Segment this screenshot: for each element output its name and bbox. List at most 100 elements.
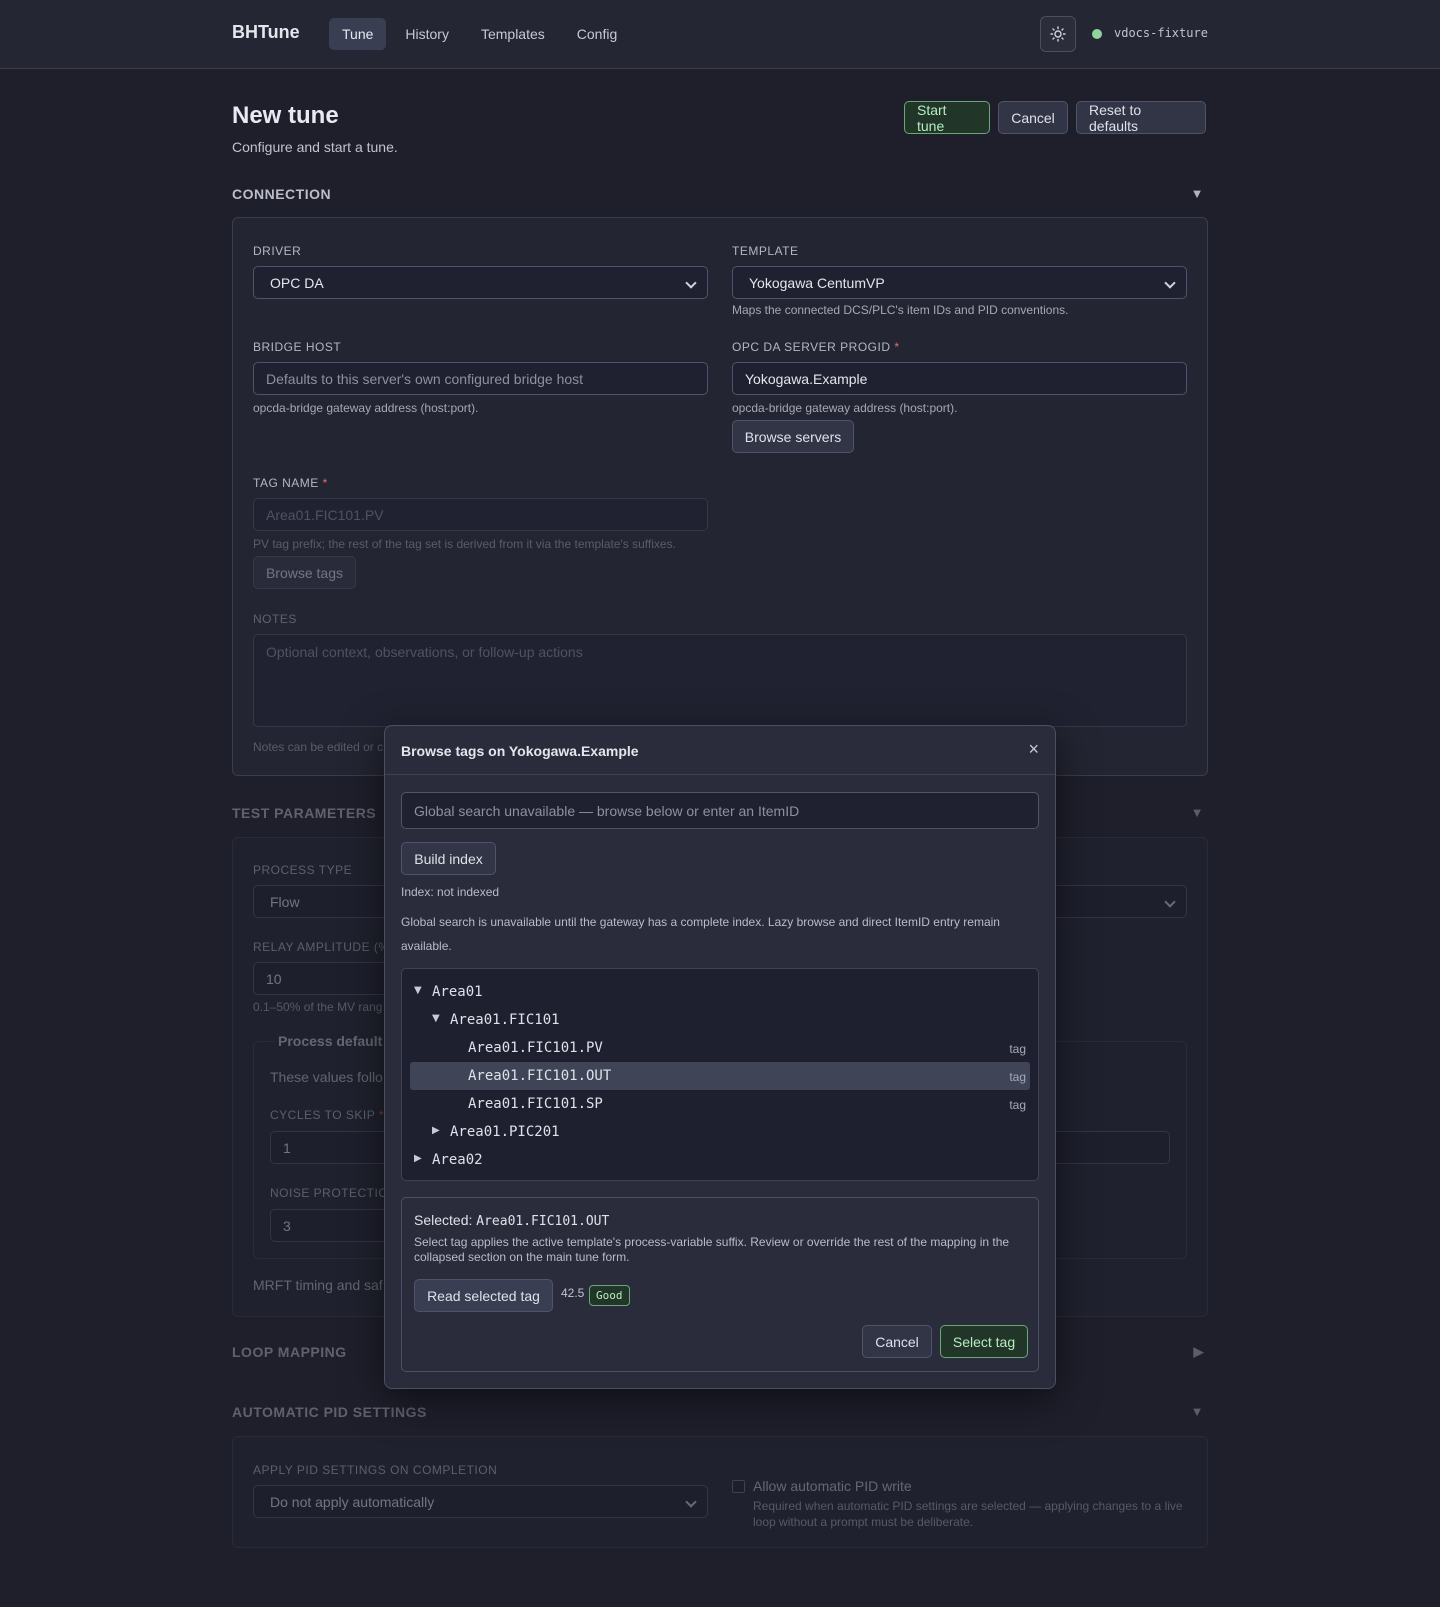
progid-input[interactable]: Yokogawa.Example [732,362,1187,395]
tree-item-kind: tag [1009,1070,1026,1084]
tree-item[interactable]: ▼ Area01 [410,978,1030,1006]
test-parameters-heading: TEST PARAMETERS [232,805,377,821]
tree-item[interactable]: ▶ Area01.PIC201 [410,1118,1030,1146]
driver-label: DRIVER [253,244,302,258]
tree-item-label: Area01.FIC101.PV [468,1040,603,1056]
tree-item-label: Area02 [432,1152,483,1168]
caret-right-icon: ▶ [432,1125,440,1136]
tag-name-label: TAG NAME * [253,476,328,490]
process-defaults-text: These values follo [270,1069,383,1085]
mrft-footer-text: MRFT timing and saf [253,1277,383,1293]
pid-settings-section-header[interactable]: AUTOMATIC PID SETTINGS ▼ [232,1404,1208,1420]
tree-item[interactable]: Area01.FIC101.PV tag [410,1034,1030,1062]
theme-toggle-button[interactable] [1040,16,1076,52]
tree-item-label: Area01.FIC101 [450,1012,560,1028]
chevron-down-icon: ▼ [1190,805,1204,820]
nav-templates[interactable]: Templates [468,18,558,50]
quality-badge: Good [589,1285,630,1306]
read-selected-tag-button[interactable]: Read selected tag [414,1279,553,1312]
selected-tag-line: Selected: Area01.FIC101.OUT [414,1212,609,1229]
modal-cancel-button[interactable]: Cancel [862,1325,932,1358]
start-tune-button[interactable]: Start tune [904,101,990,134]
tree-item-label: Area01 [432,984,483,1000]
notes-textarea[interactable]: Optional context, observations, or follo… [253,634,1187,727]
browse-tags-modal: Browse tags on Yokogawa.Example × Global… [384,725,1056,1389]
allow-pid-write-checkbox[interactable] [732,1480,745,1493]
browse-servers-button[interactable]: Browse servers [732,420,854,453]
connection-heading: CONNECTION [232,186,332,202]
tag-name-hint: PV tag prefix; the rest of the tag set i… [253,537,676,551]
chevron-down-icon: ▼ [1190,1404,1204,1419]
tree-item-label: Area01.FIC101.SP [468,1096,603,1112]
template-select[interactable]: Yokogawa CentumVP [732,266,1187,299]
modal-header: Browse tags on Yokogawa.Example × [385,726,1055,775]
top-bar: BHTune Tune History Templates Config vdo… [0,0,1440,69]
tree-item-label: Area01.PIC201 [450,1124,560,1140]
progid-label: OPC DA SERVER PROGID * [732,340,900,354]
relay-amplitude-label: RELAY AMPLITUDE (% [253,940,390,954]
browse-tags-button[interactable]: Browse tags [253,556,356,589]
selection-panel: Selected: Area01.FIC101.OUT Select tag a… [401,1197,1039,1372]
template-hint: Maps the connected DCS/PLC's item IDs an… [732,303,1069,317]
close-icon[interactable]: × [1028,739,1039,760]
apply-pid-label: APPLY PID SETTINGS ON COMPLETION [253,1463,498,1477]
selected-tag-value: Area01.FIC101.OUT [476,1214,610,1229]
chevron-right-icon: ▶ [1193,1344,1204,1359]
loop-mapping-heading: LOOP MAPPING [232,1344,347,1360]
progid-hint: opcda-bridge gateway address (host:port)… [732,401,958,415]
nav-history[interactable]: History [392,18,462,50]
connection-status-dot [1092,29,1102,39]
nav-tune[interactable]: Tune [329,18,387,50]
index-status: Index: not indexed [401,885,500,899]
tree-item-kind: tag [1009,1042,1026,1056]
selected-prefix: Selected: [414,1212,473,1228]
tree-item-label: Area01.FIC101.OUT [468,1068,612,1084]
pid-settings-heading: AUTOMATIC PID SETTINGS [232,1404,427,1420]
bridge-host-label: BRIDGE HOST [253,340,342,354]
reset-defaults-button[interactable]: Reset to defaults [1076,101,1206,134]
tag-name-input[interactable]: Area01.FIC101.PV [253,498,708,531]
apply-pid-select[interactable]: Do not apply automatically [253,1485,708,1518]
tag-search-input[interactable]: Global search unavailable — browse below… [401,792,1039,829]
noise-protection-label: NOISE PROTECTIO [270,1186,389,1200]
main-nav: Tune History Templates Config [329,18,630,50]
template-label: TEMPLATE [732,244,799,258]
chevron-down-icon: ▼ [1190,186,1204,201]
notes-hint: Notes can be edited or c [253,740,384,754]
read-value: 42.5 [561,1286,585,1300]
modal-title: Browse tags on Yokogawa.Example [401,743,639,759]
driver-select[interactable]: OPC DA [253,266,708,299]
select-tag-button[interactable]: Select tag [940,1325,1028,1358]
cycles-skip-label: CYCLES TO SKIP * [270,1108,385,1122]
sun-icon [1050,26,1066,42]
selected-tag-note: Select tag applies the active template's… [414,1235,1010,1264]
header-actions: Start tune Cancel Reset to defaults [904,101,1206,134]
tag-tree: ▼ Area01 ▼ Area01.FIC101 Area01.FIC101.P… [401,968,1039,1181]
process-type-label: PROCESS TYPE [253,863,353,877]
caret-down-icon: ▼ [414,985,422,996]
bridge-host-input[interactable]: Defaults to this server's own configured… [253,362,708,395]
allow-pid-write-hint: Required when automatic PID settings are… [753,1499,1183,1529]
nav-config[interactable]: Config [564,18,630,50]
notes-label: NOTES [253,612,297,626]
build-index-button[interactable]: Build index [401,842,496,875]
allow-pid-write-label: Allow automatic PID write [753,1478,912,1494]
tree-item-selected[interactable]: Area01.FIC101.OUT tag [410,1062,1030,1090]
process-defaults-legend: Process default [275,1033,386,1049]
connection-status-text: vdocs-fixture [1114,26,1208,40]
tree-item[interactable]: ▼ Area01.FIC101 [410,1006,1030,1034]
page-title: New tune [232,102,339,129]
tree-item[interactable]: ▶ Area02 [410,1146,1030,1174]
bridge-host-hint: opcda-bridge gateway address (host:port)… [253,401,479,415]
tree-item-kind: tag [1009,1098,1026,1112]
relay-amplitude-input[interactable]: 10 [253,962,393,995]
page-subtitle: Configure and start a tune. [232,139,398,155]
caret-right-icon: ▶ [414,1153,422,1164]
index-note: Global search is unavailable until the g… [401,915,1000,953]
tree-item[interactable]: Area01.FIC101.SP tag [410,1090,1030,1118]
cancel-button[interactable]: Cancel [998,101,1068,134]
brand-logo[interactable]: BHTune [232,22,300,43]
relay-amplitude-hint: 0.1–50% of the MV rang [253,1000,383,1014]
caret-down-icon: ▼ [432,1013,440,1024]
connection-section-header[interactable]: CONNECTION ▼ [232,186,1208,202]
